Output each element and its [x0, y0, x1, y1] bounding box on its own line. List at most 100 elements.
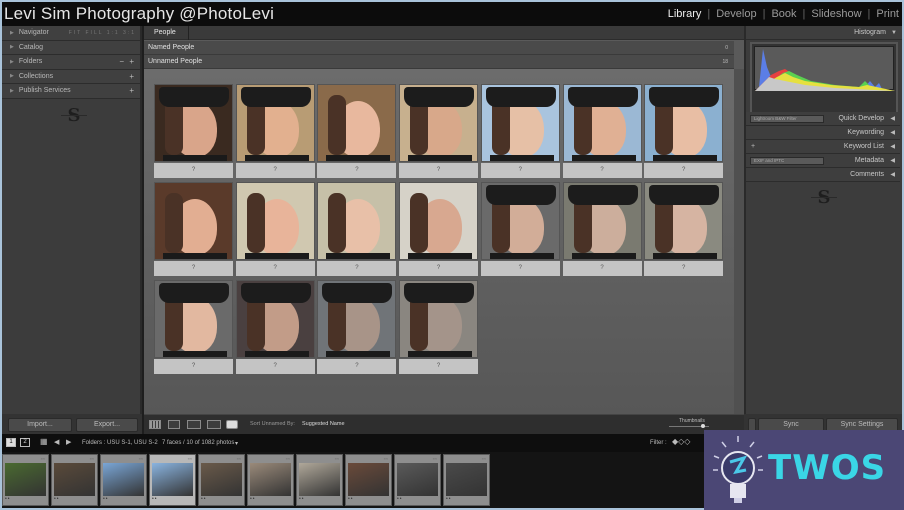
- keyword-list-header[interactable]: + Keyword List ◀: [746, 140, 900, 154]
- face-photo: [562, 182, 642, 260]
- face-thumbnail[interactable]: ?: [154, 182, 233, 278]
- face-thumbnail[interactable]: ?: [480, 182, 560, 278]
- remove-folder-icon[interactable]: −: [119, 57, 124, 66]
- metadata-header[interactable]: EXIF and IPTC Metadata ◀: [746, 154, 900, 168]
- face-name-field[interactable]: ?: [644, 261, 724, 276]
- sort-dropdown[interactable]: Suggested Name: [302, 421, 345, 427]
- face-thumbnail[interactable]: ?: [562, 84, 642, 180]
- face-name-field[interactable]: ?: [154, 359, 233, 374]
- filmstrip-thumbnail[interactable]: •• ▫▫▫: [2, 454, 49, 506]
- grid-icon[interactable]: ▦: [40, 437, 48, 446]
- saved-preset-dropdown[interactable]: Lightroom B&W Filter: [750, 115, 824, 123]
- module-book[interactable]: Book: [770, 8, 797, 20]
- face-thumbnail[interactable]: ?: [317, 182, 397, 278]
- filmstrip-thumbnail[interactable]: •• ▫▫▫: [394, 454, 441, 506]
- source-path[interactable]: Folders : USU S-1, USU S-2: [82, 440, 158, 446]
- grid-scrollbar[interactable]: [734, 69, 744, 414]
- face-thumbnail[interactable]: ?: [317, 280, 397, 376]
- face-name-field[interactable]: ?: [399, 163, 479, 178]
- face-name-field[interactable]: ?: [154, 163, 233, 178]
- filmstrip-thumbnail[interactable]: •• ▫▫▫: [345, 454, 392, 506]
- filmstrip-thumbnail[interactable]: •• ▫▫▫: [100, 454, 147, 506]
- rating-dots: ••: [250, 496, 256, 502]
- filmstrip-thumbnail[interactable]: •• ▫▫▫: [247, 454, 294, 506]
- module-print[interactable]: Print: [875, 8, 900, 20]
- forward-arrow-icon[interactable]: ▶: [66, 438, 71, 446]
- comments-header[interactable]: Comments ◀: [746, 168, 900, 182]
- face-photo: [154, 280, 233, 358]
- filmstrip-thumbnail[interactable]: •• ▫▫▫: [149, 454, 196, 506]
- panel-navigator[interactable]: ▶ Navigator FIT FILL 1:1 3:1: [2, 26, 140, 41]
- filmstrip-photo: [446, 463, 487, 496]
- metadata-preset-dropdown[interactable]: EXIF and IPTC: [750, 157, 824, 165]
- panel-catalog[interactable]: ▶ Catalog: [2, 40, 140, 55]
- panel-publish-services[interactable]: ▶ Publish Services +: [2, 84, 140, 99]
- sort-label: Sort Unnamed By:: [250, 421, 295, 427]
- face-name-field[interactable]: ?: [235, 163, 315, 178]
- face-name-field[interactable]: ?: [562, 261, 642, 276]
- unnamed-people-section[interactable]: Unnamed People 18: [144, 55, 734, 69]
- thumbnails-label: Thumbnails: [679, 418, 705, 424]
- loupe-view-icon[interactable]: [168, 420, 180, 429]
- face-thumbnail[interactable]: ?: [399, 182, 479, 278]
- panel-collections[interactable]: ▶ Collections +: [2, 69, 140, 84]
- module-slideshow[interactable]: Slideshow: [810, 8, 862, 20]
- grid-view-icon[interactable]: [149, 420, 161, 429]
- panel-label: Folders: [18, 58, 43, 66]
- face-name-field[interactable]: ?: [562, 163, 642, 178]
- face-name-field[interactable]: ?: [317, 261, 397, 276]
- filmstrip-thumbnail[interactable]: •• ▫▫▫: [51, 454, 98, 506]
- face-name-field[interactable]: ?: [235, 359, 315, 374]
- face-name-field[interactable]: ?: [235, 261, 315, 276]
- add-publish-service-icon[interactable]: +: [129, 86, 134, 95]
- chevron-down-icon[interactable]: ▾: [235, 440, 238, 447]
- face-thumbnail[interactable]: ?: [399, 84, 479, 180]
- named-people-section[interactable]: Named People 0: [144, 41, 734, 55]
- face-name-field[interactable]: ?: [154, 261, 233, 276]
- face-name-field[interactable]: ?: [480, 261, 560, 276]
- filmstrip-thumbnail[interactable]: •• ▫▫▫: [198, 454, 245, 506]
- back-arrow-icon[interactable]: ◀: [54, 438, 59, 446]
- face-thumbnail[interactable]: ?: [154, 84, 233, 180]
- add-collection-icon[interactable]: +: [129, 72, 134, 81]
- survey-view-icon[interactable]: [207, 420, 221, 429]
- page-2-button[interactable]: 2: [20, 438, 30, 447]
- filmstrip-thumbnail[interactable]: •• ▫▫▫: [443, 454, 490, 506]
- people-tab[interactable]: People: [154, 29, 176, 36]
- photo-count[interactable]: 7 faces / 10 of 1082 photos: [162, 440, 234, 446]
- histogram-header[interactable]: Histogram ▼: [746, 26, 902, 40]
- compare-view-icon[interactable]: [187, 420, 201, 429]
- module-develop[interactable]: Develop: [715, 8, 757, 20]
- face-thumbnail[interactable]: ?: [399, 280, 479, 376]
- face-thumbnail[interactable]: ?: [644, 84, 724, 180]
- add-folder-icon[interactable]: +: [129, 57, 134, 66]
- filmstrip-thumbnail[interactable]: •• ▫▫▫: [296, 454, 343, 506]
- face-thumbnail[interactable]: ?: [154, 280, 233, 376]
- face-name-field[interactable]: ?: [317, 163, 397, 178]
- face-thumbnail[interactable]: ?: [235, 280, 315, 376]
- face-name-field[interactable]: ?: [317, 359, 397, 374]
- face-thumbnail[interactable]: ?: [235, 84, 315, 180]
- page-1-button[interactable]: 1: [6, 438, 16, 447]
- panel-folders[interactable]: ▶ Folders − +: [2, 55, 140, 70]
- face-thumbnail[interactable]: ?: [562, 182, 642, 278]
- flag-filter-icon[interactable]: ◆◇◇: [672, 437, 690, 446]
- thumbnail-slider-knob[interactable]: [701, 424, 705, 428]
- face-thumbnail[interactable]: ?: [235, 182, 315, 278]
- import-button[interactable]: Import...: [8, 418, 72, 432]
- export-button[interactable]: Export...: [76, 418, 138, 432]
- navigator-zoom-options[interactable]: FIT FILL 1:1 3:1: [69, 30, 136, 36]
- quick-develop-header[interactable]: Lightroom B&W Filter Quick Develop ◀: [746, 112, 900, 126]
- face-thumbnail[interactable]: ?: [644, 182, 724, 278]
- face-thumbnail[interactable]: ?: [317, 84, 397, 180]
- face-photo: [235, 182, 315, 260]
- add-keyword-icon[interactable]: +: [751, 140, 755, 154]
- module-library[interactable]: Library: [667, 8, 703, 20]
- face-name-field[interactable]: ?: [644, 163, 724, 178]
- face-name-field[interactable]: ?: [399, 359, 479, 374]
- people-view-icon[interactable]: [226, 420, 238, 429]
- keywording-header[interactable]: Keywording ◀: [746, 126, 900, 140]
- face-name-field[interactable]: ?: [399, 261, 479, 276]
- face-name-field[interactable]: ?: [480, 163, 560, 178]
- face-thumbnail[interactable]: ?: [480, 84, 560, 180]
